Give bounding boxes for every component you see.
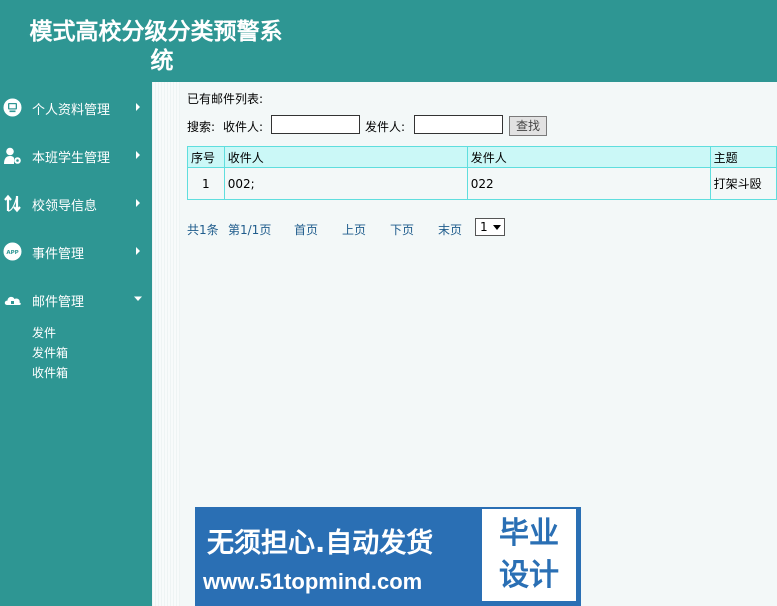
sidebar-subitem-compose[interactable]: 发件 [32,324,56,341]
page-select[interactable]: 1 [475,218,505,236]
column-header-index: 序号 [187,146,225,168]
column-header-subject: 主题 [709,146,777,168]
page-select-value: 1 [480,220,488,234]
sender-search-input[interactable] [414,115,503,134]
watermark-url: www.51topmind.com [203,569,423,594]
monitor-icon [3,98,22,117]
column-header-sender: 发件人 [466,146,711,168]
recipient-label: 收件人: [223,120,264,134]
svg-text:APP: APP [6,250,18,256]
sidebar: 个人资料管理 本班学生管理 校领导信息 APP 事件管理 邮件管理 发件 发件箱… [0,82,152,606]
column-header-recipient: 收件人 [223,146,468,168]
user-gear-icon [4,147,21,164]
app-header: 模式高校分级分类预警系 统 [0,0,777,82]
cell-recipient: 002; [223,167,468,200]
app-title-line2: 统 [150,47,174,74]
chevron-right-icon [136,103,140,111]
search-button[interactable]: 查找 [509,116,547,136]
pager-prev-link[interactable]: 上页 [342,221,366,238]
sidebar-item-label: 事件管理 [32,247,85,262]
sidebar-item-label: 邮件管理 [32,295,85,310]
watermark-badge: 毕业 设计 [482,509,576,601]
table-row[interactable]: 1 002; 022 打架斗殴 [187,167,777,200]
pager-first-link[interactable]: 首页 [294,221,318,238]
cell-index: 1 [187,167,225,200]
app-title-line1: 模式高校分级分类预警系 [29,18,283,45]
sender-label: 发件人: [365,120,406,134]
watermark-slogan: 无须担心.自动发货 [207,528,434,559]
chevron-down-icon [134,296,142,301]
dropdown-arrow-icon [493,225,501,230]
sidebar-item-class-students[interactable]: 本班学生管理 [0,140,152,170]
table-header-row: 序号 收件人 发件人 主题 [187,146,777,168]
sidebar-subitem-outbox[interactable]: 发件箱 [32,344,68,361]
watermark-badge-line2: 设计 [499,558,559,593]
sidebar-item-school-leaders[interactable]: 校领导信息 [0,188,152,218]
recipient-search-input[interactable] [271,115,360,134]
app-badge-icon: APP [3,242,22,261]
pager-last-link[interactable]: 末页 [438,221,462,238]
sidebar-item-mail[interactable]: 邮件管理 [0,284,152,314]
sidebar-item-label: 本班学生管理 [32,151,111,166]
transfer-arrows-icon [4,194,21,213]
cell-sender: 022 [466,167,711,200]
pager-total: 共1条 [187,223,219,237]
cell-subject[interactable]: 打架斗殴 [709,167,777,200]
pager-current-page: 第1/1页 [228,223,272,237]
pager-next-link[interactable]: 下页 [390,221,414,238]
chevron-right-icon [136,151,140,159]
watermark-banner: 无须担心.自动发货 www.51topmind.com 毕业 设计 [195,507,581,606]
sidebar-item-events[interactable]: APP 事件管理 [0,236,152,266]
chevron-right-icon [136,247,140,255]
watermark-badge-line1: 毕业 [499,516,559,551]
sidebar-divider [152,82,180,606]
sidebar-subitem-inbox[interactable]: 收件箱 [32,364,68,381]
mail-table: 序号 收件人 发件人 主题 1 002; 022 打架斗殴 [187,146,777,200]
chevron-right-icon [136,199,140,207]
sidebar-item-label: 个人资料管理 [32,103,111,118]
search-label: 搜索: [187,120,216,134]
cloud-icon [4,296,21,305]
app-title: 模式高校分级分类预警系 统 [6,17,306,75]
page-title: 已有邮件列表: [187,92,264,106]
sidebar-item-label: 校领导信息 [32,199,98,214]
sidebar-item-personal-info[interactable]: 个人资料管理 [0,92,152,122]
